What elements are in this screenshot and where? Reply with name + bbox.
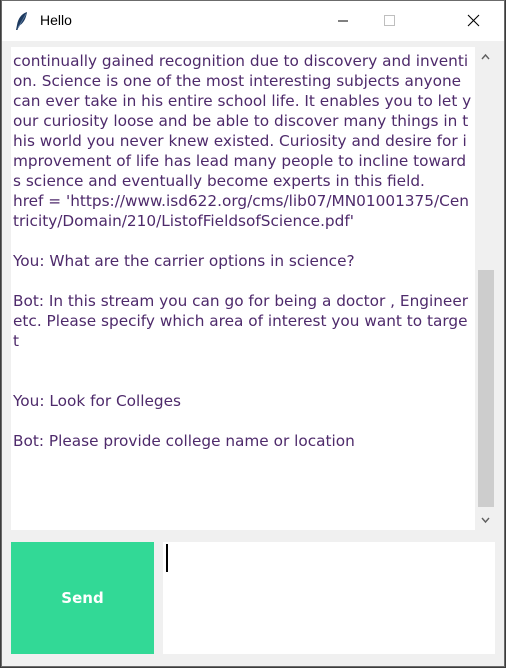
send-button[interactable]: Send bbox=[11, 542, 154, 654]
chat-scrollbar[interactable] bbox=[476, 47, 495, 530]
scrollbar-thumb[interactable] bbox=[478, 270, 494, 507]
send-button-label: Send bbox=[61, 589, 104, 607]
window-title: Hello bbox=[40, 12, 72, 28]
chat-window: Hello continually gained recognition due… bbox=[1, 0, 505, 667]
feather-icon bbox=[14, 11, 30, 31]
close-button[interactable] bbox=[450, 1, 496, 41]
maximize-button[interactable] bbox=[366, 1, 412, 41]
chevron-up-icon[interactable] bbox=[476, 47, 495, 67]
text-cursor bbox=[166, 544, 168, 572]
chevron-down-icon[interactable] bbox=[476, 510, 495, 530]
chat-transcript[interactable]: continually gained recognition due to di… bbox=[11, 47, 475, 530]
message-input[interactable] bbox=[163, 542, 495, 654]
chat-transcript-text: continually gained recognition due to di… bbox=[13, 52, 472, 450]
minimize-button[interactable] bbox=[320, 1, 366, 41]
title-bar[interactable]: Hello bbox=[2, 1, 504, 41]
